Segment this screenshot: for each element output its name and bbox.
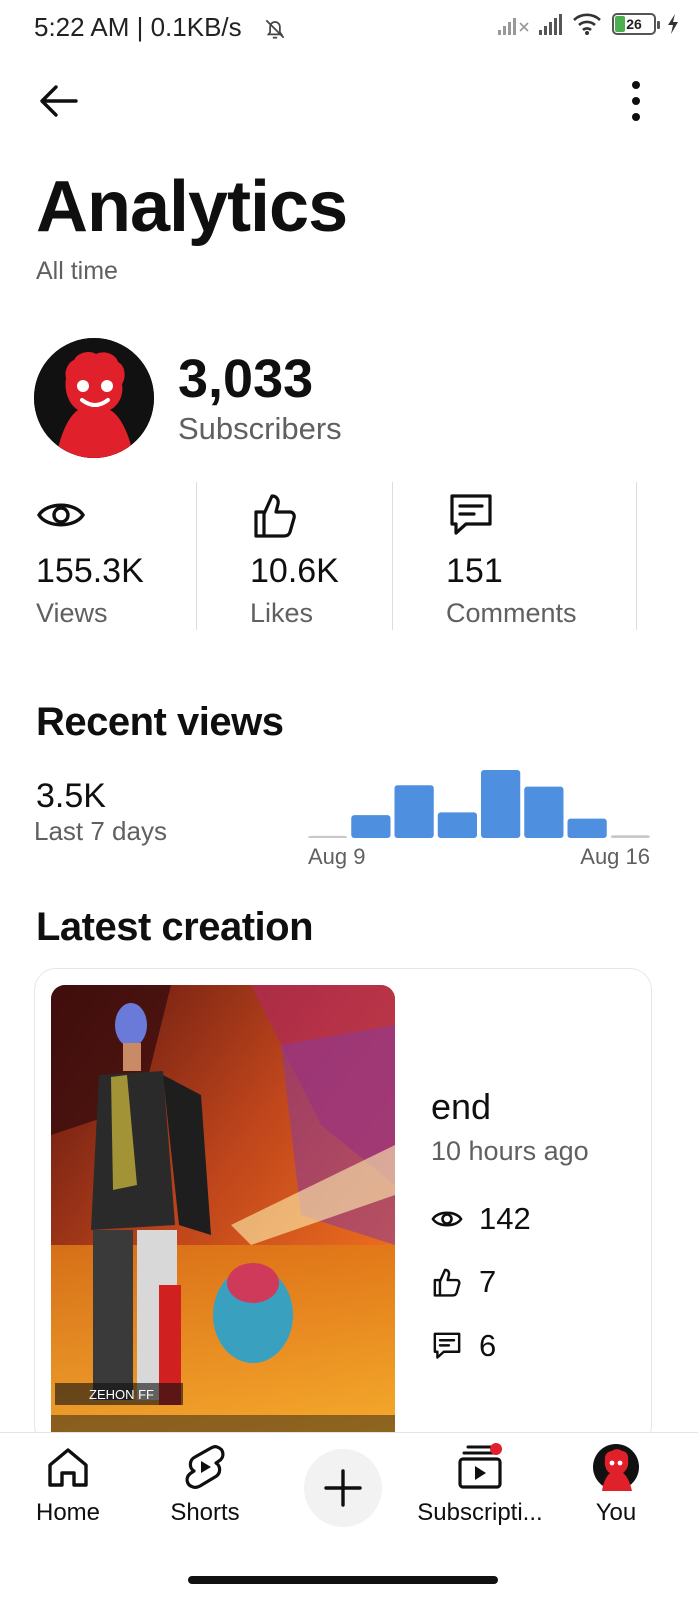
- latest-creation-title: Latest creation: [36, 905, 314, 949]
- thumbs-up-icon: [254, 494, 296, 538]
- views-value: 155.3K: [36, 552, 144, 590]
- video-age: 10 hours ago: [431, 1136, 589, 1166]
- thumbs-up-icon: [433, 1268, 461, 1297]
- signal-sim2-icon: [539, 13, 562, 35]
- nav-shorts[interactable]: Shorts: [145, 1433, 265, 1543]
- chart-x-tick-start: Aug 9: [308, 844, 366, 869]
- nav-home-label: Home: [35, 1499, 101, 1526]
- comments-label: Comments: [446, 598, 577, 628]
- video-views-value: 142: [479, 1201, 531, 1236]
- nav-shorts-label: Shorts: [170, 1499, 240, 1526]
- thumbnail-caption: ZEHON FF: [89, 1387, 154, 1402]
- bottom-navigation: Home Shorts Subscripti... You: [0, 1432, 698, 1600]
- battery-level: 26: [626, 16, 642, 32]
- video-views-stat: 142: [431, 1199, 531, 1239]
- recent-views-title: Recent views: [36, 700, 284, 744]
- recent-views-chart[interactable]: Aug 9 Aug 16: [308, 760, 650, 870]
- back-arrow-icon[interactable]: [36, 78, 82, 124]
- video-comments-stat: 6: [431, 1326, 496, 1366]
- plus-icon: [324, 1469, 362, 1507]
- channel-avatar-image: [34, 338, 154, 458]
- likes-value: 10.6K: [250, 552, 339, 590]
- chart-bar: [567, 818, 607, 838]
- charging-icon: [668, 14, 678, 34]
- nav-you-label: You: [595, 1499, 637, 1526]
- video-thumbnail-image: ZEHON FF: [51, 985, 395, 1447]
- nav-subscriptions[interactable]: Subscripti...: [412, 1433, 548, 1543]
- chart-x-tick-end: Aug 16: [580, 844, 650, 869]
- video-likes-value: 7: [479, 1264, 497, 1299]
- stat-divider: [636, 482, 637, 630]
- subscriptions-icon: [458, 1443, 502, 1489]
- chart-bar: [610, 835, 650, 838]
- home-icon: [48, 1448, 88, 1487]
- comment-icon: [433, 1332, 461, 1359]
- battery-icon: 26: [612, 13, 660, 35]
- chart-bar: [308, 835, 348, 838]
- nav-home[interactable]: Home: [8, 1433, 128, 1543]
- recent-views-period: Last 7 days: [34, 816, 167, 846]
- channel-avatar: [34, 338, 154, 458]
- chart-bar: [524, 786, 564, 838]
- battery-fill: [615, 16, 626, 32]
- latest-video-card[interactable]: ZEHON FF end 10 hours ago 142 7 6: [34, 968, 652, 1448]
- video-comments-value: 6: [479, 1328, 497, 1363]
- likes-label: Likes: [250, 598, 314, 628]
- wifi-icon: [573, 13, 601, 35]
- notification-dot: [490, 1443, 502, 1455]
- views-label: Views: [36, 598, 108, 628]
- stat-divider: [392, 482, 393, 630]
- nav-subscriptions-label: Subscripti...: [417, 1499, 543, 1526]
- create-button[interactable]: [304, 1449, 382, 1527]
- recent-views-value: 3.5K: [36, 777, 106, 815]
- comment-icon: [450, 494, 492, 535]
- you-avatar-icon: [593, 1444, 639, 1491]
- video-likes-stat: 7: [431, 1262, 496, 1302]
- eye-icon: [37, 503, 85, 527]
- chart-bar: [394, 785, 434, 838]
- eye-icon: [431, 1211, 463, 1227]
- chart-bar: [351, 815, 391, 838]
- comments-value: 151: [446, 552, 503, 590]
- shorts-icon: [185, 1444, 225, 1490]
- bell-muted-icon: [265, 19, 285, 39]
- subscriber-label: Subscribers: [178, 411, 342, 446]
- time-range-label: All time: [36, 257, 118, 285]
- page-title: Analytics: [36, 167, 348, 247]
- nav-you[interactable]: You: [556, 1433, 676, 1543]
- more-options-button[interactable]: [616, 78, 656, 124]
- video-title[interactable]: end: [431, 1086, 491, 1128]
- chart-bar: [437, 812, 477, 838]
- video-thumbnail[interactable]: ZEHON FF: [51, 985, 395, 1447]
- gesture-bar: [188, 1576, 498, 1584]
- status-bar: 5:22 AM | 0.1KB/s 26: [0, 0, 698, 52]
- subscriber-count: 3,033: [178, 349, 314, 409]
- status-time: 5:22 AM | 0.1KB/s: [34, 12, 242, 42]
- signal-sim1-icon: [498, 13, 529, 35]
- stat-divider: [196, 482, 197, 630]
- chart-bar: [481, 770, 521, 838]
